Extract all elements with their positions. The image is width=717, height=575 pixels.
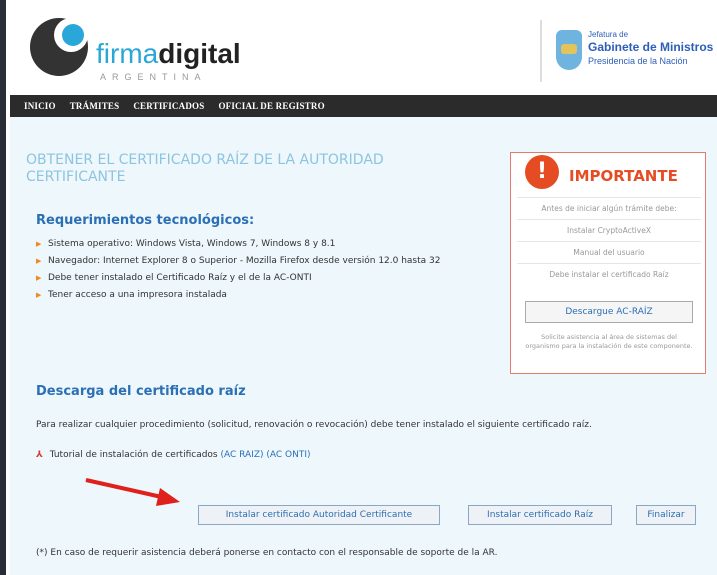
gov-logo[interactable]: Jefatura de Gabinete de Ministros Presid… bbox=[540, 20, 717, 82]
important-intro: Antes de iniciar algún trámite debe: bbox=[517, 197, 701, 219]
main-navbar: INICIO TRÁMITES CERTIFICADOS OFICIAL DE … bbox=[10, 95, 717, 117]
important-title: IMPORTANTE bbox=[569, 167, 678, 185]
important-header: ! IMPORTANTE bbox=[511, 153, 707, 197]
requirements-title: Requerimientos tecnológicos: bbox=[36, 213, 255, 228]
requirement-item: Navegador: Internet Explorer 8 o Superio… bbox=[36, 255, 496, 268]
brand-bold: digital bbox=[158, 38, 241, 69]
nav-tramites[interactable]: TRÁMITES bbox=[70, 101, 120, 111]
requirement-item: Sistema operativo: Windows Vista, Window… bbox=[36, 238, 496, 251]
exclamation-icon: ! bbox=[525, 155, 559, 189]
gov-line1: Jefatura de bbox=[588, 30, 629, 39]
gov-line3: Presidencia de la Nación bbox=[588, 56, 688, 66]
install-cryptoactivex-link[interactable]: Instalar CryptoActiveX bbox=[517, 219, 701, 241]
header: firmadigital ARGENTINA Jefatura de Gabin… bbox=[10, 0, 717, 95]
nav-inicio[interactable]: INICIO bbox=[24, 101, 56, 111]
tutorial-line: ⅄ Tutorial de instalación de certificado… bbox=[36, 450, 311, 460]
tutorial-link-ac-raiz[interactable]: (AC RAIZ) bbox=[221, 450, 264, 460]
important-panel: ! IMPORTANTE Antes de iniciar algún trám… bbox=[510, 152, 706, 374]
brand-title[interactable]: firmadigital bbox=[96, 38, 241, 70]
page-title: OBTENER EL CERTIFICADO RAÍZ DE LA AUTORI… bbox=[26, 152, 384, 185]
install-root-certificate-button[interactable]: Instalar certificado Raíz bbox=[468, 505, 612, 525]
install-ac-certificate-button[interactable]: Instalar certificado Autoridad Certifica… bbox=[198, 505, 440, 525]
requirement-item: Tener acceso a una impresora instalada bbox=[36, 289, 496, 302]
nav-certificados[interactable]: CERTIFICADOS bbox=[133, 101, 204, 111]
tutorial-link-ac-onti[interactable]: (AC ONTI) bbox=[266, 450, 310, 460]
page: firmadigital ARGENTINA Jefatura de Gabin… bbox=[0, 0, 717, 575]
tutorial-label: Tutorial de instalación de certificados bbox=[49, 450, 218, 460]
support-footnote: (*) En caso de requerir asistencia deber… bbox=[36, 548, 498, 558]
requirements-list: Sistema operativo: Windows Vista, Window… bbox=[36, 238, 496, 306]
important-note: Solicite asistencia al área de sistemas … bbox=[525, 333, 693, 350]
left-edge-bar bbox=[0, 0, 6, 575]
download-description: Para realizar cualquier procedimiento (s… bbox=[36, 420, 592, 430]
gov-line2: Gabinete de Ministros bbox=[588, 40, 714, 54]
brand-subtitle: ARGENTINA bbox=[100, 72, 207, 82]
download-ac-raiz-button[interactable]: Descargue AC-RAÍZ bbox=[525, 301, 693, 323]
firmadigital-logo-icon bbox=[30, 18, 88, 76]
pdf-icon: ⅄ bbox=[36, 450, 43, 460]
red-arrow-icon bbox=[85, 478, 180, 506]
download-title: Descarga del certificado raíz bbox=[36, 384, 246, 399]
finish-button[interactable]: Finalizar bbox=[636, 505, 696, 525]
nav-oficial-registro[interactable]: OFICIAL DE REGISTRO bbox=[218, 101, 324, 111]
brand-light: firma bbox=[96, 38, 159, 69]
install-root-note: Debe instalar el certificado Raíz bbox=[517, 263, 701, 285]
coat-of-arms-icon bbox=[556, 30, 582, 70]
user-manual-link[interactable]: Manual del usuario bbox=[517, 241, 701, 263]
requirement-item: Debe tener instalado el Certificado Raíz… bbox=[36, 272, 496, 285]
